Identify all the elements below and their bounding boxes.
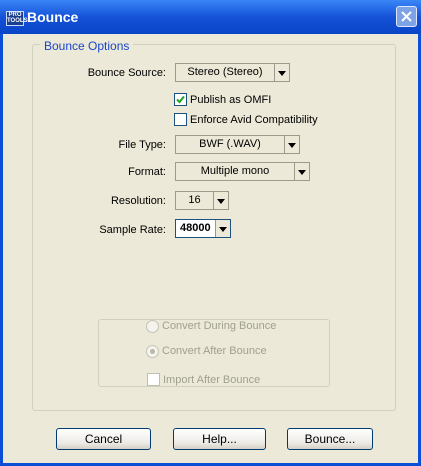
close-icon <box>401 11 412 22</box>
bounce-source-dropdown[interactable]: Stereo (Stereo) <box>175 63 290 82</box>
enforce-avid-label: Enforce Avid Compatibility <box>190 114 318 126</box>
file-type-value: BWF (.WAV) <box>176 136 285 153</box>
bounce-source-label: Bounce Source: <box>87 67 166 79</box>
convert-during-label: Convert During Bounce <box>162 320 277 332</box>
chevron-down-icon <box>275 64 289 81</box>
sample-rate-label: Sample Rate: <box>99 224 166 236</box>
enforce-avid-checkbox[interactable] <box>174 113 187 126</box>
cancel-button[interactable]: Cancel <box>56 428 151 450</box>
resolution-value: 16 <box>176 192 214 209</box>
pro-tools-icon: PRO TOOLS <box>6 11 28 26</box>
format-label: Format: <box>128 166 166 178</box>
chevron-down-icon <box>285 136 299 153</box>
file-type-label: File Type: <box>118 139 167 151</box>
sample-rate-value: 48000 <box>176 220 216 237</box>
help-button[interactable]: Help... <box>173 428 266 450</box>
convert-during-radio[interactable] <box>146 320 159 333</box>
file-type-dropdown[interactable]: BWF (.WAV) <box>175 135 300 154</box>
publish-omfi-label: Publish as OMFI <box>190 94 272 106</box>
convert-after-radio[interactable] <box>146 345 159 358</box>
checkmark-icon <box>176 95 185 104</box>
bounce-button[interactable]: Bounce... <box>287 428 373 450</box>
format-dropdown[interactable]: Multiple mono <box>175 162 310 181</box>
chevron-down-icon <box>216 220 230 237</box>
chevron-down-icon <box>295 163 309 180</box>
window-title: Bounce <box>27 9 79 25</box>
resolution-label: Resolution: <box>110 195 166 207</box>
radio-selected-dot <box>150 349 155 354</box>
convert-after-label: Convert After Bounce <box>162 345 267 357</box>
close-button[interactable] <box>396 6 417 27</box>
bounce-options-legend: Bounce Options <box>40 39 134 53</box>
title-bar[interactable]: PRO TOOLS Bounce <box>0 0 421 34</box>
sample-rate-dropdown[interactable]: 48000 <box>175 219 231 238</box>
format-value: Multiple mono <box>176 163 295 180</box>
publish-omfi-checkbox[interactable] <box>174 93 187 106</box>
import-after-checkbox[interactable] <box>147 373 160 386</box>
resolution-dropdown[interactable]: 16 <box>175 191 229 210</box>
import-after-label: Import After Bounce <box>163 374 261 386</box>
bounce-source-value: Stereo (Stereo) <box>176 64 275 81</box>
chevron-down-icon <box>214 192 228 209</box>
